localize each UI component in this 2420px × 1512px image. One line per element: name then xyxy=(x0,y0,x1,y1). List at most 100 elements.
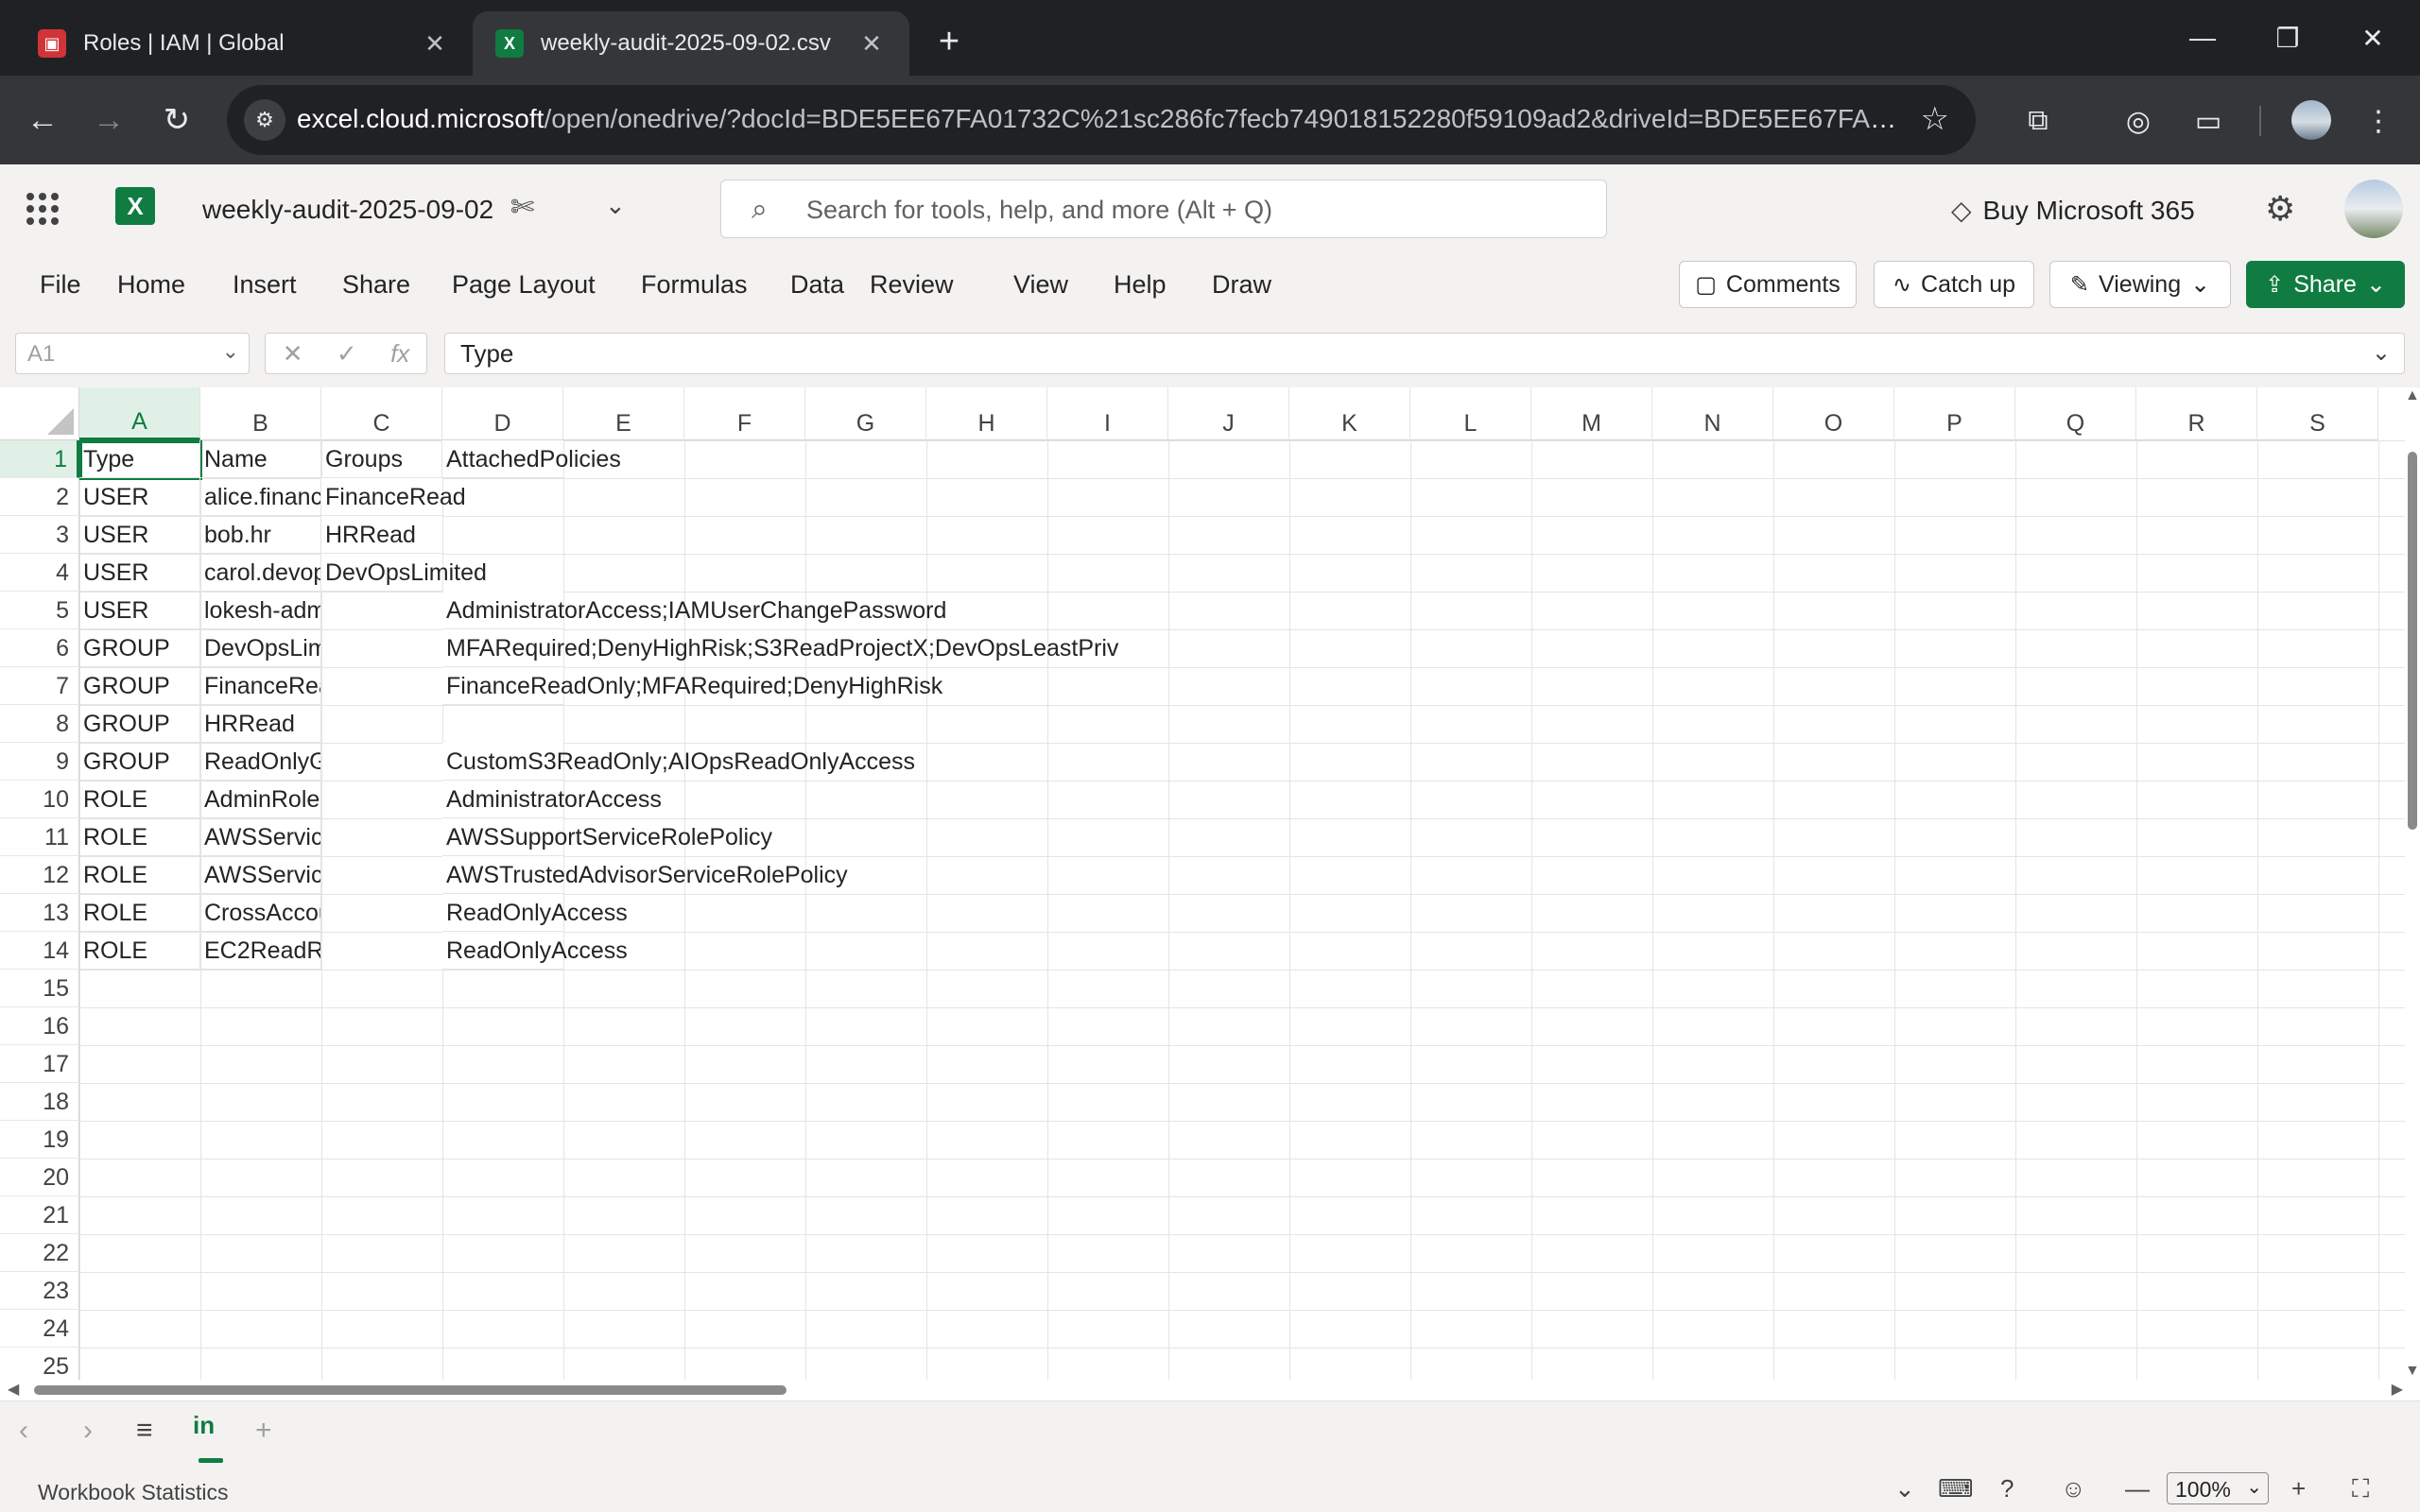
menu-page-layout[interactable]: Page Layout xyxy=(452,270,596,300)
cell-b2[interactable]: alice.finance xyxy=(200,478,321,516)
column-header-s[interactable]: S xyxy=(2257,387,2378,440)
keyboard-icon[interactable]: ⌨ xyxy=(1938,1474,1974,1503)
search-box[interactable]: ⌕ Search for tools, help, and more (Alt … xyxy=(720,180,1607,238)
zoom-in-plus-icon[interactable]: + xyxy=(2291,1474,2306,1503)
bookmark-star-icon[interactable]: ☆ xyxy=(1921,100,1949,138)
column-header-h[interactable]: H xyxy=(926,387,1047,440)
horizontal-scroll-thumb[interactable] xyxy=(34,1385,786,1395)
menu-file[interactable]: File xyxy=(40,270,81,300)
row-header[interactable]: 16 xyxy=(0,1007,79,1045)
cell-b9[interactable]: ReadOnlyGroup xyxy=(200,743,321,781)
scroll-up-icon[interactable]: ▲ xyxy=(2405,387,2420,404)
cell-b3[interactable]: bob.hr xyxy=(200,516,321,554)
column-header-d[interactable]: D xyxy=(442,387,563,440)
cell-a6[interactable]: GROUP xyxy=(79,629,200,667)
row-header[interactable]: 21 xyxy=(0,1196,79,1234)
fullscreen-icon[interactable]: ⛶ xyxy=(2352,1474,2369,1504)
cell-b10[interactable]: AdminRole xyxy=(200,781,321,818)
cell-b7[interactable]: FinanceRead xyxy=(200,667,321,705)
minimize-icon[interactable]: — xyxy=(2174,13,2231,62)
sheet-tab-in[interactable]: in xyxy=(193,1411,215,1440)
menu-help[interactable]: Help xyxy=(1114,270,1167,300)
menu-review[interactable]: Review xyxy=(870,270,954,300)
share-button[interactable]: ⇪ Share ⌄ xyxy=(2246,261,2405,308)
row-header[interactable]: 15 xyxy=(0,970,79,1007)
cell-a11[interactable]: ROLE xyxy=(79,818,200,856)
column-header-g[interactable]: G xyxy=(805,387,926,440)
column-header-p[interactable]: P xyxy=(1894,387,2015,440)
unsaved-pin-icon[interactable]: ✄ xyxy=(510,191,534,224)
cell-b8[interactable]: HRRead xyxy=(200,705,321,743)
row-header[interactable]: 10 xyxy=(0,781,79,818)
row-header[interactable]: 18 xyxy=(0,1083,79,1121)
cell-a9[interactable]: GROUP xyxy=(79,743,200,781)
row-header[interactable]: 1 xyxy=(0,440,79,478)
column-header-a[interactable]: A xyxy=(79,387,200,440)
buy-microsoft-365-link[interactable]: ◇ Buy Microsoft 365 xyxy=(1951,195,2195,226)
row-header[interactable]: 4 xyxy=(0,554,79,592)
comments-button[interactable]: ▢ Comments xyxy=(1679,261,1857,308)
cell-d9[interactable]: CustomS3ReadOnly;AIOpsReadOnlyAccess xyxy=(442,743,915,781)
insert-function-icon[interactable]: fx xyxy=(390,339,409,369)
cell-d10[interactable]: AdministratorAccess xyxy=(442,781,662,818)
row-header[interactable]: 24 xyxy=(0,1310,79,1348)
tab-close-icon[interactable]: ✕ xyxy=(420,28,450,59)
cell-a3[interactable]: USER xyxy=(79,516,200,554)
column-header-c[interactable]: C xyxy=(321,387,442,440)
catch-up-button[interactable]: ∿ Catch up xyxy=(1874,261,2034,308)
workbook-statistics-button[interactable]: Workbook Statistics xyxy=(38,1480,229,1505)
cell-d6[interactable]: MFARequired;DenyHighRisk;S3ReadProjectX;… xyxy=(442,629,1118,667)
title-chevron-down-icon[interactable]: ⌄ xyxy=(605,191,626,220)
column-header-i[interactable]: I xyxy=(1047,387,1168,440)
vertical-scrollbar[interactable]: ▲ ▼ xyxy=(2405,387,2420,1380)
extensions-puzzle-icon[interactable]: ⧉ xyxy=(2017,100,2059,142)
column-header-n[interactable]: N xyxy=(1652,387,1773,440)
address-bar[interactable]: ⚙ excel.cloud.microsoft/open/onedrive/?d… xyxy=(227,85,1976,155)
cell-c4[interactable]: DevOpsLimited xyxy=(321,554,487,592)
document-title[interactable]: weekly-audit-2025-09-02 xyxy=(202,195,493,225)
cancel-x-icon[interactable]: ✕ xyxy=(283,339,303,369)
cell-a2[interactable]: USER xyxy=(79,478,200,516)
browser-tab-csv[interactable]: X weekly-audit-2025-09-02.csv ✕ xyxy=(473,11,909,76)
cell-b1[interactable]: Name xyxy=(200,440,321,478)
expand-formula-chevron-icon[interactable]: ⌄ xyxy=(2372,339,2391,367)
menu-view[interactable]: View xyxy=(1013,270,1068,300)
cell-a4[interactable]: USER xyxy=(79,554,200,592)
row-header[interactable]: 6 xyxy=(0,629,79,667)
viewing-mode-button[interactable]: ✎ Viewing ⌄ xyxy=(2049,261,2231,308)
formula-input[interactable]: Type ⌄ xyxy=(444,333,2405,374)
help-question-icon[interactable]: ? xyxy=(2000,1474,2014,1503)
cell-d5[interactable]: AdministratorAccess;IAMUserChangePasswor… xyxy=(442,592,946,629)
cell-b14[interactable]: EC2ReadRole xyxy=(200,932,321,970)
zoom-level-dropdown[interactable]: 100% ⌄ xyxy=(2167,1472,2269,1504)
row-header[interactable]: 20 xyxy=(0,1159,79,1196)
row-header[interactable]: 9 xyxy=(0,743,79,781)
settings-gear-icon[interactable]: ⚙ xyxy=(2265,189,2295,229)
restore-icon[interactable]: ❐ xyxy=(2259,13,2316,62)
menu-draw[interactable]: Draw xyxy=(1212,270,1271,300)
menu-home[interactable]: Home xyxy=(117,270,185,300)
zoom-out-minus-icon[interactable]: — xyxy=(2125,1474,2150,1503)
screenshot-icon[interactable]: ◎ xyxy=(2118,100,2159,142)
cell-a12[interactable]: ROLE xyxy=(79,856,200,894)
next-sheet-chevron-icon[interactable]: › xyxy=(83,1415,93,1447)
row-header[interactable]: 17 xyxy=(0,1045,79,1083)
select-all-corner[interactable] xyxy=(0,387,79,440)
column-header-o[interactable]: O xyxy=(1773,387,1894,440)
cast-media-icon[interactable]: ▭ xyxy=(2187,100,2229,142)
row-header[interactable]: 5 xyxy=(0,592,79,629)
url-text[interactable]: excel.cloud.microsoft/open/onedrive/?doc… xyxy=(297,104,1904,134)
row-header[interactable]: 13 xyxy=(0,894,79,932)
cell-b12[interactable]: AWSServiceRoleForTrustedAdvisor xyxy=(200,856,321,894)
scroll-right-icon[interactable]: ▶ xyxy=(2392,1380,2403,1399)
cell-a1[interactable]: Type xyxy=(79,440,200,478)
name-box[interactable]: A1 ⌄ xyxy=(15,333,250,374)
menu-share[interactable]: Share xyxy=(342,270,410,300)
user-avatar[interactable] xyxy=(2344,180,2403,238)
reload-icon[interactable]: ↻ xyxy=(153,96,200,144)
cell-d11[interactable]: AWSSupportServiceRolePolicy xyxy=(442,818,772,856)
column-header-r[interactable]: R xyxy=(2136,387,2257,440)
row-header[interactable]: 19 xyxy=(0,1121,79,1159)
add-sheet-plus-icon[interactable]: + xyxy=(255,1415,272,1447)
cell-c3[interactable]: HRRead xyxy=(321,516,442,554)
